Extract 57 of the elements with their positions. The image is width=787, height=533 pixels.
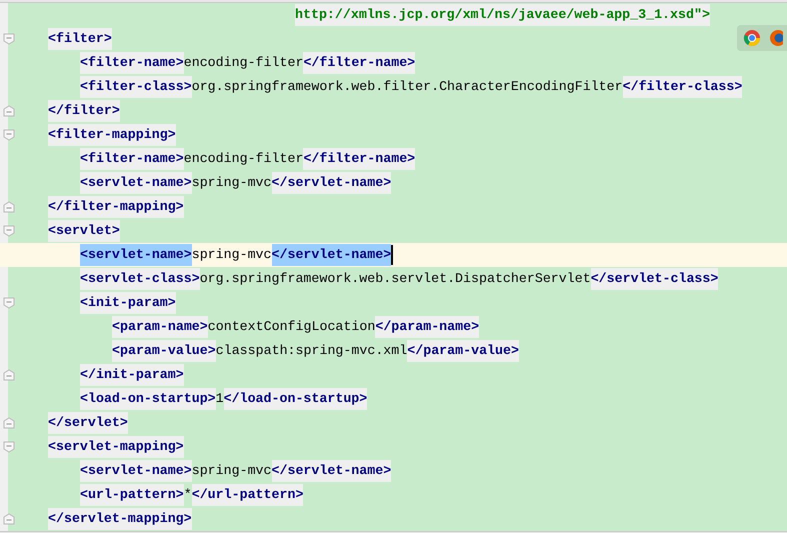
xml-tag: <filter-mapping>: [48, 124, 176, 146]
text-caret: [391, 245, 394, 265]
xml-tag: <filter-name>: [80, 52, 184, 74]
xml-tag: </filter-name>: [303, 148, 416, 170]
xml-tag: </url-pattern>: [192, 484, 304, 506]
fold-collapse-icon[interactable]: [3, 129, 15, 141]
xml-tag: </param-value>: [407, 340, 519, 362]
xml-tag: </servlet>: [48, 412, 128, 434]
xml-tag: <servlet-name>: [80, 172, 192, 194]
xml-tag: </filter-name>: [303, 52, 416, 74]
xml-tag: </filter-mapping>: [48, 196, 184, 218]
xml-tag: <servlet-class>: [80, 268, 200, 290]
fold-collapse-icon[interactable]: [3, 441, 15, 453]
xml-tag: <filter-name>: [80, 148, 184, 170]
element-value: org.springframework.web.filter.CharacterEncodingFilter: [192, 78, 623, 96]
fold-end-icon[interactable]: [3, 201, 15, 213]
xml-tag: </init-param>: [80, 364, 184, 386]
xml-tag: <param-value>: [112, 340, 216, 362]
xml-tag: </servlet-name>: [272, 460, 392, 482]
firefox-icon[interactable]: [769, 29, 783, 47]
xml-tag: </servlet-mapping>: [48, 508, 192, 530]
xml-tag: <init-param>: [80, 292, 176, 314]
fold-collapse-icon[interactable]: [3, 225, 15, 237]
element-value: encoding-filter: [184, 150, 304, 168]
xml-tag: </load-on-startup>: [224, 388, 368, 410]
element-value: 1: [216, 390, 224, 408]
xml-tag: <servlet-name>: [80, 244, 192, 266]
xml-tag: </param-name>: [375, 316, 480, 338]
xml-tag: </servlet-name>: [272, 244, 392, 266]
xml-tag: <load-on-startup>: [80, 388, 216, 410]
fold-collapse-icon[interactable]: [3, 33, 15, 45]
element-value: org.springframework.web.servlet.DispatcherServlet: [200, 270, 591, 288]
fold-collapse-icon[interactable]: [3, 297, 15, 309]
element-value: spring-mvc: [192, 246, 272, 264]
element-value: encoding-filter: [184, 54, 304, 72]
xml-tag: <servlet>: [48, 220, 120, 242]
element-value: spring-mvc: [192, 462, 272, 480]
xml-tag: </servlet-class>: [590, 268, 718, 290]
fold-end-icon[interactable]: [3, 105, 15, 117]
xml-tag: <filter>: [48, 28, 112, 50]
fold-end-icon[interactable]: [3, 369, 15, 381]
element-value: classpath:spring-mvc.xml: [216, 342, 408, 360]
xml-tag: </filter-class>: [622, 76, 742, 98]
fold-end-icon[interactable]: [3, 417, 15, 429]
fold-end-icon[interactable]: [3, 513, 15, 525]
element-value: spring-mvc: [192, 174, 272, 192]
xml-tag: </filter>: [48, 100, 120, 122]
xml-tag: <param-name>: [112, 316, 208, 338]
attribute-value: http://xmlns.jcp.org/xml/ns/javaee/web-app_3_1.xsd">: [295, 4, 710, 26]
xml-tag: </servlet-name>: [272, 172, 392, 194]
xml-tag: <url-pattern>: [80, 484, 184, 506]
xml-tag: <filter-class>: [80, 76, 192, 98]
xml-tag: <servlet-mapping>: [48, 436, 184, 458]
element-value: *: [184, 486, 192, 504]
element-value: contextConfigLocation: [208, 318, 376, 336]
xml-tag: <servlet-name>: [80, 460, 192, 482]
chrome-icon[interactable]: [743, 29, 761, 47]
